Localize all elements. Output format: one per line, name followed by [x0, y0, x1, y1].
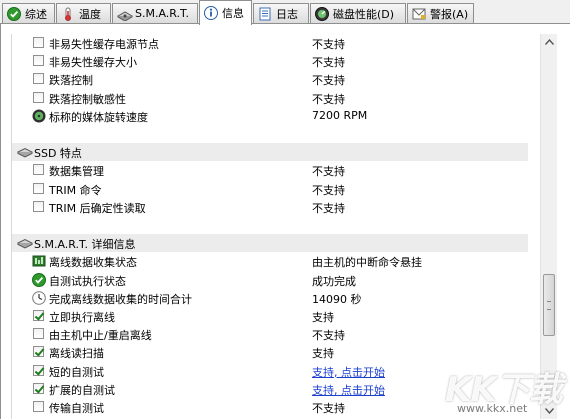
performance-gauge-icon [315, 6, 329, 21]
row-value: 不支持 [312, 38, 345, 51]
kkx-watermark-logo: KK下载 www.kkx.net [445, 362, 565, 417]
row-label: 跌落控制 [49, 74, 93, 88]
feature-checkbox [33, 73, 44, 85]
log-document-icon [258, 7, 272, 21]
info-row: 跌落控制 不支持 [12, 70, 538, 88]
row-label: 由主机中止/重启离线 [49, 329, 152, 343]
info-panel: 非易失性缓存电源节点 不支持 非易失性缓存大小 不支持 跌落控制 不支持 跌落控制敏感性 不支… [0, 24, 570, 419]
row-label: 非易失性缓存电源节点 [49, 38, 159, 51]
row-value: 不支持 [312, 74, 345, 88]
tab-label: 日志 [276, 7, 298, 21]
feature-checkbox [33, 55, 44, 67]
row-value: 由主机的中断命令悬挂 [312, 256, 422, 270]
info-row: TRIM 后确定性读取 不支持 [12, 198, 538, 216]
feature-checkbox [33, 346, 44, 358]
row-value: 不支持 [312, 402, 345, 415]
info-row: 立即执行离线 支持 [12, 307, 538, 325]
feature-checkbox [33, 91, 44, 103]
feature-checkbox [33, 182, 44, 194]
info-row: 离线数据收集状态 由主机的中断命令悬挂 [12, 252, 538, 270]
row-label: 立即执行离线 [49, 311, 115, 324]
tab-label: 磁盘性能(D) [333, 7, 395, 21]
row-value: 支持 [312, 311, 334, 324]
row-value: 成功完成 [312, 274, 356, 288]
row-label: 完成离线数据收集的时间合计 [49, 292, 192, 306]
row-label: 扩展的自测试 [49, 383, 115, 397]
row-value: 7200 RPM [312, 108, 368, 122]
feature-checkbox [33, 364, 44, 376]
row-value: 不支持 [312, 165, 345, 179]
tab-alerts[interactable]: 警报(A) [407, 3, 474, 23]
clock-icon [32, 290, 46, 305]
tab-label: 信息 [222, 7, 244, 20]
green-check-circle-icon [32, 272, 46, 287]
hard-drive-icon [117, 7, 133, 21]
green-check-icon [7, 6, 21, 21]
row-label: 标称的媒体旋转速度 [49, 110, 148, 124]
info-row: 自测试执行状态 成功完成 [12, 271, 538, 289]
row-value: 不支持 [312, 329, 345, 343]
alert-envelope-icon [412, 7, 426, 21]
tab-label: S.M.A.R.T. [135, 7, 189, 20]
info-row: 完成离线数据收集的时间合计 14090 秒 [12, 289, 538, 307]
start-selftest-link[interactable]: 支持, 点击开始 [312, 364, 385, 380]
info-row: 非易失性缓存电源节点 不支持 [12, 34, 538, 52]
row-value: 不支持 [312, 92, 345, 106]
tab-label: 警报(A) [430, 7, 469, 21]
section-header: S.M.A.R.T. 详细信息 [12, 234, 528, 253]
info-row: 数据集管理 不支持 [12, 161, 538, 179]
tab-overview[interactable]: 综述 [2, 3, 55, 23]
section-title: SSD 特点 [34, 147, 82, 161]
row-label: 自测试执行状态 [49, 274, 126, 288]
thermometer-icon [61, 7, 75, 21]
feature-checkbox [33, 37, 44, 48]
tab-temperature[interactable]: 温度 [56, 3, 111, 23]
row-label: TRIM 命令 [49, 183, 102, 197]
feature-checkbox [33, 328, 44, 340]
info-row: 非易失性缓存大小 不支持 [12, 52, 538, 70]
row-label: 非易失性缓存大小 [49, 56, 137, 70]
feature-checkbox [33, 401, 44, 412]
row-label: TRIM 后确定性读取 [49, 201, 146, 215]
feature-checkbox [33, 382, 44, 394]
tab-disk-performance[interactable]: 磁盘性能(D) [310, 3, 406, 23]
row-value: 支持 [312, 347, 334, 361]
hard-drive-icon [16, 146, 34, 158]
row-value: 不支持 [312, 56, 345, 70]
row-value: 14090 秒 [312, 292, 362, 306]
feature-checkbox [33, 200, 44, 212]
row-label: 离线数据收集状态 [49, 256, 137, 270]
row-label: 传输自测试 [49, 402, 104, 415]
data-collect-icon [32, 254, 46, 268]
feature-checkbox [33, 310, 44, 321]
section-header: SSD 特点 [12, 143, 528, 162]
info-row: 跌落控制敏感性 不支持 [12, 89, 538, 107]
tab-bar: 综述 温度 S.M.A.R.T. 信息 日志 磁盘性能(D) 警报(A) [0, 0, 570, 25]
info-row: 由主机中止/重启离线 不支持 [12, 325, 538, 343]
tab-info[interactable]: 信息 [199, 0, 252, 25]
tab-smart[interactable]: S.M.A.R.T. [112, 3, 198, 23]
tab-log[interactable]: 日志 [253, 3, 309, 23]
info-row: 标称的媒体旋转速度 7200 RPM [12, 107, 538, 125]
row-label: 短的自测试 [49, 365, 104, 379]
start-selftest-link[interactable]: 支持, 点击开始 [312, 382, 385, 398]
info-row: 离线读扫描 支持 [12, 343, 538, 361]
scrollbar-thumb[interactable] [543, 274, 555, 336]
section-title: S.M.A.R.T. 详细信息 [34, 238, 136, 252]
row-value: 不支持 [312, 201, 345, 215]
tab-label: 温度 [79, 7, 101, 21]
scroll-up-arrow-icon[interactable] [541, 34, 557, 50]
watermark-url: www.kkx.net [457, 402, 528, 415]
row-value: 不支持 [312, 183, 345, 197]
row-label: 跌落控制敏感性 [49, 92, 126, 106]
feature-checkbox [33, 164, 44, 176]
spin-disc-icon [32, 109, 46, 123]
hard-drive-icon [16, 237, 34, 249]
row-label: 离线读扫描 [49, 347, 104, 361]
info-icon [204, 6, 218, 20]
row-label: 数据集管理 [49, 165, 104, 179]
info-row: TRIM 命令 不支持 [12, 180, 538, 198]
tab-label: 综述 [25, 7, 47, 21]
